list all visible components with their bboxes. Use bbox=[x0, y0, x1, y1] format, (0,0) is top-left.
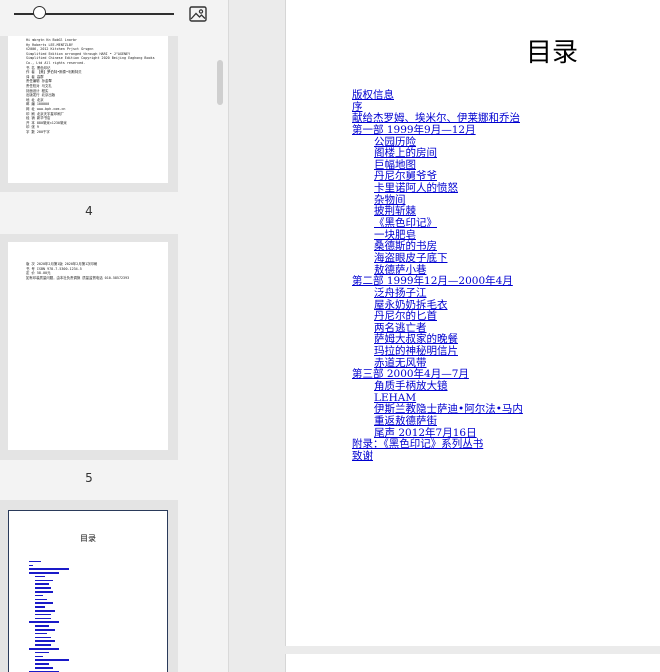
toc-link[interactable]: 献给杰罗姆、埃米尔、伊莱娜和乔治 bbox=[352, 112, 520, 124]
next-document-page bbox=[285, 654, 660, 672]
thumbnail-text-line: 如有印装质量问题，由本社负责调换 质量监督电话 010-58572393 bbox=[26, 275, 130, 280]
toc-link[interactable]: 桑德斯的书房 bbox=[374, 240, 437, 253]
thumbnail-toc-title: 目录 bbox=[80, 534, 96, 543]
thumbnail-page-image: Hi mbrgtn Kn BobGl Lnorbr Hy Roberts LEE-… bbox=[8, 36, 168, 183]
toc-link[interactable]: 致谢 bbox=[352, 450, 373, 462]
toc-entry: 版权信息 bbox=[352, 89, 523, 102]
toc-link[interactable]: 角质手柄放大镜 bbox=[374, 380, 448, 392]
toc-link[interactable]: 丹尼尔的匕首 bbox=[374, 310, 437, 322]
toc-link[interactable]: 两名逃亡者 bbox=[374, 322, 427, 334]
table-of-contents: 版权信息序献给杰罗姆、埃米尔、伊莱娜和乔治 第一部 1999年9月—12月 公园历险… bbox=[352, 89, 523, 463]
thumbnail-toc-lines bbox=[29, 551, 69, 672]
document-page: 目录 版权信息序献给杰罗姆、埃米尔、伊莱娜和乔治 第一部 1999年9月—12月公… bbox=[285, 0, 660, 646]
thumbnail-text: 版 次 2020年2月第1版 2020年2月第1次印刷书 号 ISBN 978-… bbox=[26, 262, 129, 280]
toc-link[interactable]: 第三部 2000年4月—7月 bbox=[352, 368, 469, 381]
page-thumbnail-5[interactable]: 版 次 2020年2月第1版 2020年2月第1次印刷书 号 ISBN 978-… bbox=[0, 234, 178, 460]
thumbnail-toc-line bbox=[29, 650, 69, 662]
image-icon[interactable] bbox=[189, 6, 207, 22]
toc-link[interactable]: LEHAM bbox=[374, 392, 416, 404]
toc-link[interactable]: 卡里诺阿人的愤怒 bbox=[374, 182, 458, 194]
page-title: 目录 bbox=[526, 38, 579, 68]
toc-entry: 附录：《黑色印记》系列丛书 bbox=[352, 438, 523, 451]
toc-link[interactable]: 序 bbox=[352, 101, 363, 113]
toc-link[interactable]: 海盗眼皮子底下 bbox=[374, 252, 448, 264]
toc-link[interactable]: 公园历险 bbox=[374, 136, 416, 148]
thumbnail-scrollbar[interactable] bbox=[217, 60, 223, 105]
toc-link[interactable]: 版权信息 bbox=[352, 89, 394, 101]
toc-link[interactable]: 萨姆大叔家的晚餐 bbox=[374, 333, 458, 346]
thumbnail-page-image: 目录 bbox=[8, 510, 168, 672]
thumbnail-text-line: 字 数 200千字 bbox=[26, 129, 50, 134]
toc-link[interactable]: 泛舟扬子江 bbox=[374, 287, 427, 299]
toc-link[interactable]: 玛拉的神秘明信片 bbox=[374, 345, 458, 357]
page-thumbnail-6-selected[interactable]: 目录 bbox=[0, 500, 178, 672]
toc-link[interactable]: 附录：《黑色印记》系列丛书 bbox=[352, 438, 483, 450]
toc-link[interactable]: 《黑色印记》 bbox=[374, 217, 437, 229]
toc-link[interactable]: 赤道无风带 bbox=[374, 357, 427, 369]
toc-link[interactable]: 第一部 1999年9月—12月 bbox=[352, 124, 476, 136]
toc-link[interactable]: 伊斯兰教隐士萨迪•阿尔法•马内 bbox=[374, 403, 523, 415]
thumbnail-panel: Hi mbrgtn Kn BobGl Lnorbr Hy Roberts LEE-… bbox=[0, 0, 229, 672]
toc-link[interactable]: 敖德萨小巷 bbox=[374, 264, 427, 276]
toc-link[interactable]: 丹尼尔舅爷爷 bbox=[374, 170, 437, 183]
zoom-slider-handle[interactable] bbox=[33, 6, 47, 19]
toc-link[interactable]: 一块肥皂 bbox=[374, 229, 416, 241]
thumbnail-page-number: 5 bbox=[85, 471, 93, 485]
thumbnail-page-number: 4 bbox=[85, 204, 93, 218]
toc-link[interactable]: 披荆斩棘 bbox=[374, 205, 416, 218]
page-thumbnail-4[interactable]: Hi mbrgtn Kn BobGl Lnorbr Hy Roberts LEE-… bbox=[0, 36, 178, 192]
thumbnail-page-image: 版 次 2020年2月第1版 2020年2月第1次印刷书 号 ISBN 978-… bbox=[8, 242, 168, 450]
thumbnail-text: Hi mbrgtn Kn BobGl Lnorbr Hy Roberts LEE-… bbox=[26, 38, 155, 134]
toc-entry: 致谢 bbox=[352, 450, 523, 463]
toc-link[interactable]: 重返敖德萨街 bbox=[374, 415, 437, 427]
toc-link[interactable]: 杂物间 bbox=[374, 194, 406, 206]
toc-link[interactable]: 阁楼上的房间 bbox=[374, 147, 437, 159]
toc-link[interactable]: 尾声 2012年7月16日 bbox=[374, 427, 477, 439]
toc-link[interactable]: 第二部 1999年12月—2000年4月 bbox=[352, 275, 513, 287]
toc-link[interactable]: 屋永奶奶拆毛衣 bbox=[374, 299, 448, 311]
